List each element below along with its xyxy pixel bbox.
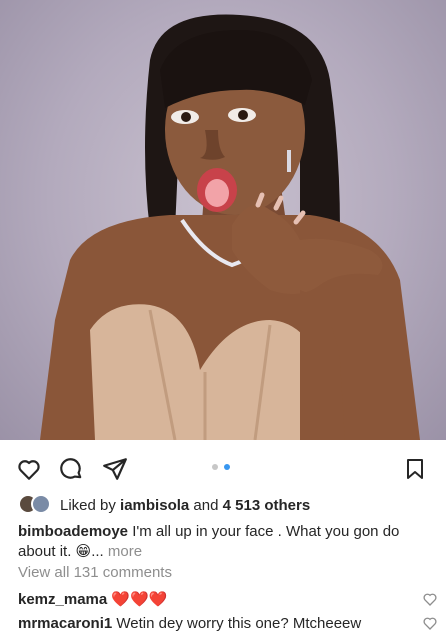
comment-row: kemz_mama ❤️❤️❤️	[18, 588, 438, 610]
comment-icon[interactable]	[56, 454, 86, 484]
portrait-illustration	[40, 14, 420, 440]
liker-username[interactable]: iambisola	[120, 497, 189, 514]
caption-more-link[interactable]: more	[108, 543, 142, 560]
comment-username[interactable]: kemz_mama	[18, 591, 107, 608]
bookmark-icon[interactable]	[400, 454, 430, 484]
likes-count[interactable]: 4 513 others	[223, 497, 311, 514]
caption-username[interactable]: bimboademoye	[18, 523, 128, 540]
post-action-bar	[0, 448, 446, 488]
carousel-dot-active	[224, 464, 230, 470]
caption-emoji: 😁	[75, 543, 92, 560]
carousel-indicator	[212, 464, 230, 470]
comment-text: Wetin dey worry this one? Mtcheeew	[116, 614, 362, 632]
comment-text: ❤️❤️❤️	[111, 591, 168, 608]
heart-icon[interactable]	[14, 454, 44, 484]
liker-avatars	[18, 494, 54, 516]
carousel-dot	[212, 464, 218, 470]
avatar	[31, 494, 51, 514]
likes-summary[interactable]: Liked by iambisola and 4 513 others	[18, 493, 310, 517]
likes-prefix: Liked by	[60, 496, 116, 514]
view-all-comments-link[interactable]: View all 131 comments	[18, 564, 172, 581]
caption-ellipsis: ...	[91, 543, 104, 560]
post-caption: bimboademoye I'm all up in your face . W…	[18, 522, 438, 562]
comment-like-icon[interactable]	[422, 615, 438, 631]
likes-and: and	[193, 496, 219, 514]
comment-like-icon[interactable]	[422, 591, 438, 607]
post-photo[interactable]	[0, 0, 446, 440]
comment-username[interactable]: mrmacaroni1	[18, 615, 112, 632]
send-icon[interactable]	[100, 454, 130, 484]
comment-row: mrmacaroni1 Wetin dey worry this one? Mt…	[18, 612, 438, 634]
